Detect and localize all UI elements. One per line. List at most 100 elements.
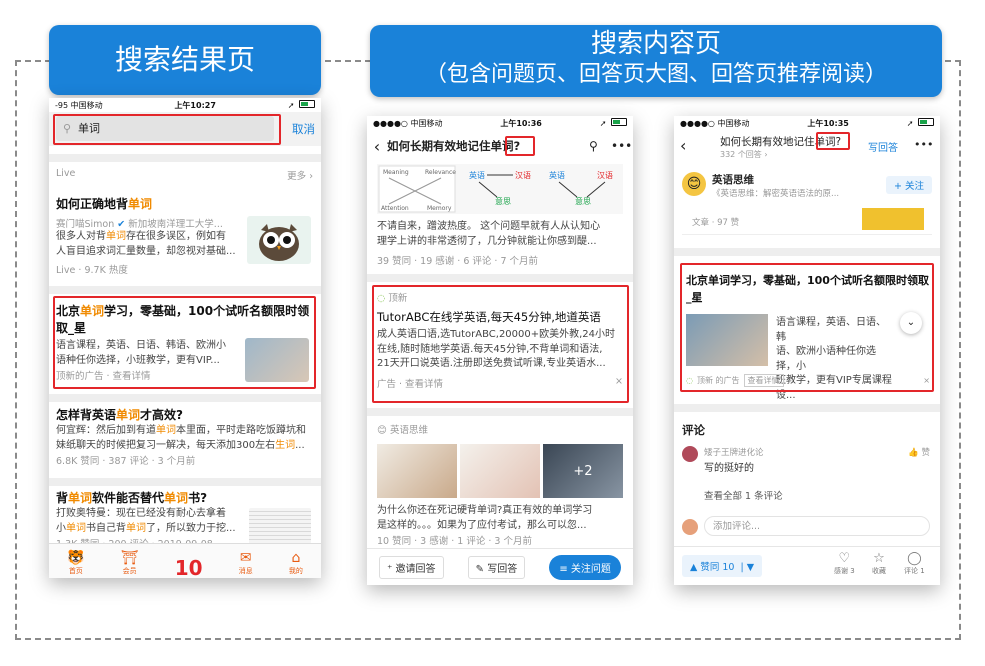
status-bar: ●●●●○ 中国移动 上午10:36 ➚: [367, 116, 633, 130]
comment-button[interactable]: ◯ 评论 1: [904, 551, 925, 576]
highlight-box-ad: [372, 285, 629, 403]
result-title: 怎样背英语单词才高效?: [56, 408, 183, 422]
write-answer-button[interactable]: ✎ 写回答: [467, 555, 526, 579]
snippet-line2: 妹纸聊天的时候把复习一解决，每天添加300左右生词...: [56, 439, 305, 451]
answer-meta: 39 赞同 · 19 感谢 · 6 评论 · 7 个月前: [377, 256, 539, 267]
avatar[interactable]: [682, 446, 698, 462]
heart-icon: ♡: [838, 551, 851, 566]
battery-icon: ➚: [907, 118, 934, 128]
phone-answer-page: ●●●●○ 中国移动 上午10:35 ➚ ‹ 如何长期有效地记住单词? 332 …: [674, 116, 940, 585]
result-meta: 6.8K 赞同 · 387 评论 · 3 个月前: [56, 456, 196, 467]
carrier: -95 中国移动: [55, 100, 103, 110]
write-answer-link[interactable]: 写回答: [868, 139, 898, 154]
dia-en2: 英语: [549, 170, 565, 180]
profile-icon: ⌂: [291, 550, 301, 566]
tab-member[interactable]: ⛩ 会员: [121, 550, 139, 578]
highlight-box-ad: [680, 263, 934, 392]
tab-bar: 🐯 首页 ⛩ 会员 10 ✉ 消息 ⌂ 我的: [49, 543, 321, 578]
tab-home[interactable]: 🐯 首页: [67, 550, 84, 578]
back-arrow-icon[interactable]: ‹: [367, 137, 387, 156]
label-search-results: 搜索结果页: [49, 25, 321, 95]
owl-thumbnail: [247, 216, 311, 264]
member-icon: ⛩: [120, 550, 139, 566]
tab-me[interactable]: ⌂ 我的: [289, 550, 303, 578]
view-all-comments[interactable]: 查看全部 1 条评论: [704, 488, 783, 502]
author-name: 赛门喵Simon: [56, 219, 115, 230]
answer-text: 为什么你还在死记硬背单词?真正有效的单词学习 是这样的。。。如果为了应付考试，那…: [377, 504, 623, 547]
stamp-image: [377, 444, 457, 498]
result-title: 如何正确地背单词: [56, 196, 314, 213]
invite-answer-button[interactable]: ⁺ 邀请回答: [379, 555, 444, 579]
author-name[interactable]: 英语思维: [712, 172, 754, 187]
carrier: ●●●●○ 中国移动: [680, 118, 750, 128]
answer-line1: 为什么你还在死记硬背单词?真正有效的单词学习: [377, 505, 593, 516]
back-arrow-icon[interactable]: ‹: [680, 136, 686, 155]
battery-icon: ➚: [288, 100, 315, 110]
article-card[interactable]: 文章 · 97 赞: [682, 208, 932, 235]
dia-yi: 意思: [495, 196, 511, 206]
result-answer[interactable]: 怎样背英语单词才高效? 何宜辉：然后加到有道单词本里面，平时走路吃饭蹲坑和 妹纸…: [56, 407, 314, 467]
collect-button[interactable]: ☆ 收藏: [872, 551, 886, 576]
highlight-box-keyword: [816, 132, 850, 150]
more-link[interactable]: 更多 ›: [287, 168, 313, 182]
divider: [367, 274, 633, 282]
dia-attention: Attention: [381, 205, 409, 212]
comment-input[interactable]: 添加评论...: [704, 516, 930, 536]
divider: [49, 394, 321, 402]
tab-center[interactable]: 10: [174, 556, 203, 578]
cancel-button[interactable]: 取消: [292, 121, 315, 137]
message-icon: ✉: [239, 550, 252, 566]
author-desc: 《英语思维：解密英语语法的原...: [712, 189, 840, 199]
highlight-box-search: [53, 114, 281, 145]
doc-thumbnail: [249, 508, 311, 544]
action-bar: ⁺ 邀请回答 ✎ 写回答 ≡ 关注问题: [367, 548, 633, 585]
verified-icon: ✔: [117, 219, 126, 230]
comment-text: 写的挺好的: [704, 463, 754, 474]
author-line: 赛门喵Simon ✔ 新加坡南洋理工大学...: [56, 216, 236, 230]
phone-question-page: ●●●●○ 中国移动 上午10:36 ➚ ‹ 如何长期有效地记住单词? ⚲ ••…: [367, 116, 633, 585]
comment-input-row: 添加评论...: [682, 516, 932, 538]
search-icon[interactable]: ⚲: [589, 139, 611, 153]
follow-question-button[interactable]: ≡ 关注问题: [549, 554, 621, 580]
more-images[interactable]: +2: [543, 444, 623, 498]
battery-icon: ➚: [600, 118, 627, 128]
phone-search-results: -95 中国移动 上午10:27 ➚ ⚲ 单词 取消 Live 更多 › 如何正…: [49, 98, 321, 578]
avatar-icon: 😊: [377, 425, 387, 436]
live-label: Live: [56, 168, 76, 179]
follow-button[interactable]: + 关注: [886, 176, 932, 194]
label-search-results-text: 搜索结果页: [114, 43, 255, 76]
divider: [49, 478, 321, 486]
comments-header: 评论: [682, 423, 705, 437]
more-icon[interactable]: •••: [914, 138, 933, 151]
answer-card[interactable]: 不请自来，蹭波热度。 这个问题早就有人从认知心 理学上讲的非常透彻了，几分钟就能…: [377, 220, 623, 267]
answer-line2: 是这样的。。。如果为了应付考试，那么可以忽...: [377, 519, 587, 531]
answer-card[interactable]: 😊 英语思维: [377, 422, 623, 436]
author-desc: 新加坡南洋理工大学...: [128, 219, 223, 230]
dia-memory: Memory: [427, 205, 452, 212]
nav-bar: ‹ 如何长期有效地记住单词? 332 个回答 › 写回答 •••: [674, 132, 940, 162]
upvote-button[interactable]: ▲ 赞同 10 | ▼: [682, 555, 763, 577]
highlight-box-keyword: [505, 136, 535, 156]
like-button[interactable]: 👍 赞: [908, 446, 930, 458]
snippet-line1: 很多人对背单词存在很多误区，例如有: [56, 231, 226, 242]
star-icon: ☆: [873, 551, 885, 566]
article-thumbnail: [862, 208, 924, 230]
anniversary-icon: 10: [174, 556, 203, 578]
author-line: 😊 英语思维: [377, 422, 623, 436]
divider: [49, 154, 321, 162]
snippet-line1: 打败奥特曼：现在已经没有耐心去拿着: [56, 508, 226, 519]
nav-bar: ‹ 如何长期有效地记住单词? ⚲ •••: [367, 132, 633, 160]
answer-count[interactable]: 332 个回答 ›: [720, 149, 768, 160]
dia-zh2: 汉语: [597, 170, 613, 180]
status-bar: ●●●●○ 中国移动 上午10:35 ➚: [674, 116, 940, 130]
author-row: 😊 英语思维 《英语思维：解密英语语法的原... + 关注: [682, 172, 932, 200]
thanks-button[interactable]: ♡ 感谢 3: [834, 551, 855, 576]
avatar[interactable]: 😊: [682, 172, 706, 196]
snippet-line1: 何宜辉：然后加到有道单词本里面，平时走路吃饭蹲坑和: [56, 425, 306, 436]
more-icon[interactable]: •••: [611, 139, 633, 153]
tab-messages[interactable]: ✉ 消息: [239, 550, 253, 578]
divider: [674, 248, 940, 256]
comment-user[interactable]: 矮子王牌进化论: [704, 446, 764, 458]
clock: 上午10:36: [500, 118, 542, 128]
question-title: 如何长期有效地记住单词?: [387, 139, 521, 153]
